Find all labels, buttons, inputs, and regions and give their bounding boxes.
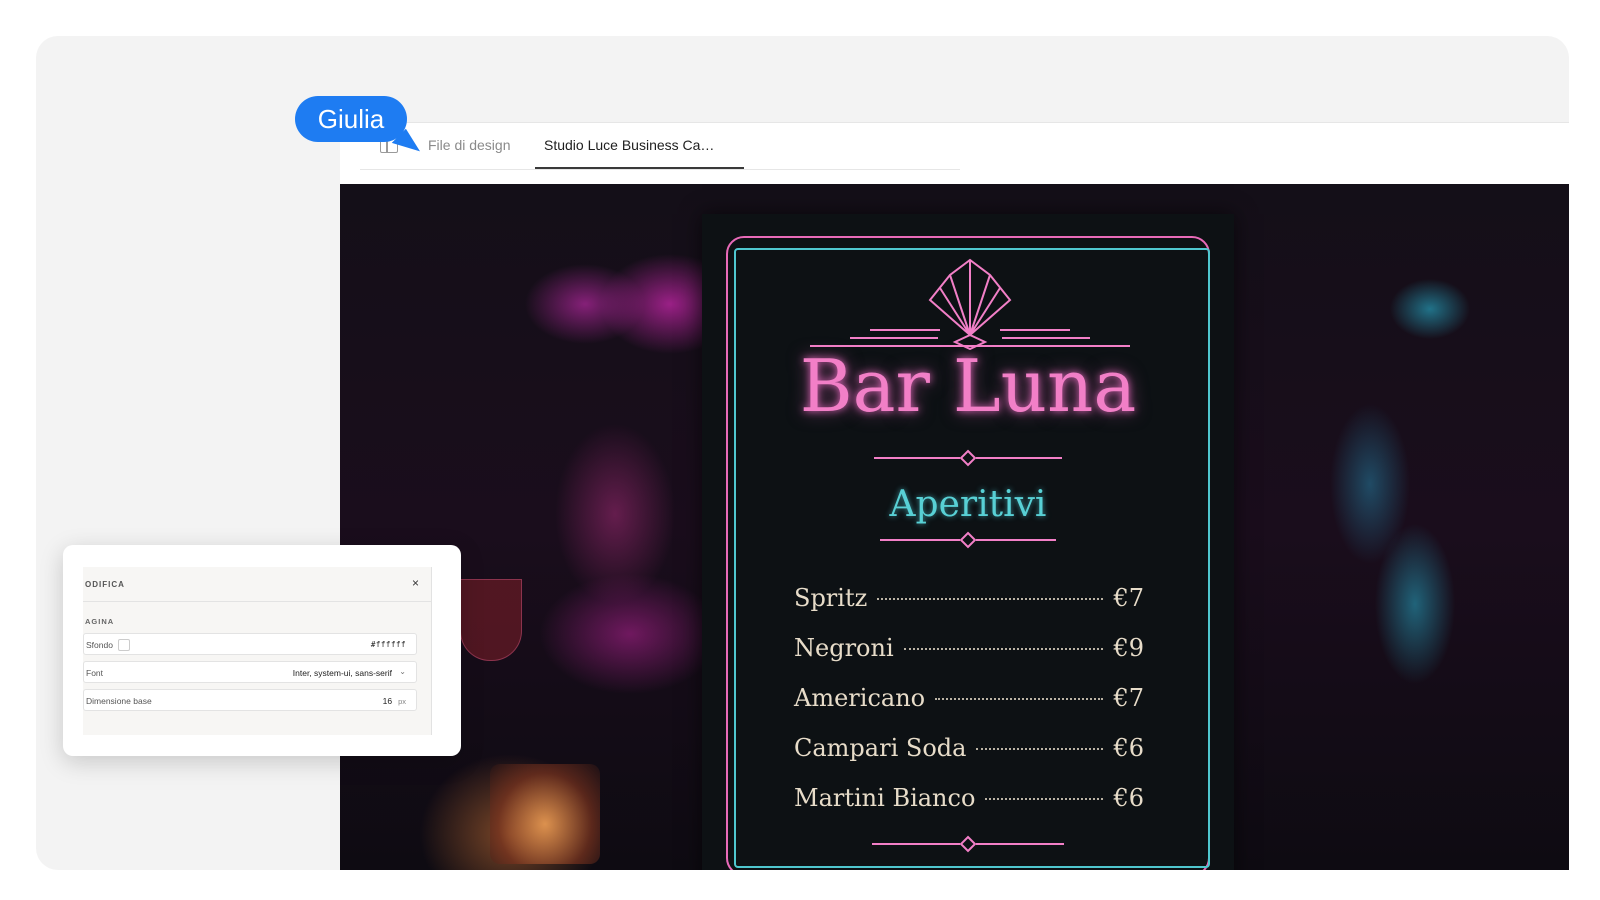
menu-item: Martini Bianco €6 [794, 784, 1144, 834]
leader-dots [935, 697, 1104, 700]
menu-item-name: Martini Bianco [794, 784, 976, 812]
wine-glass-photo [460, 579, 522, 661]
background-field[interactable]: Sfondo #ffffff [83, 633, 417, 655]
font-select[interactable]: Font Inter, system-ui, sans-serif ⌄ [83, 661, 417, 683]
menu-item: Negroni €9 [794, 634, 1144, 684]
close-icon[interactable]: × [412, 576, 419, 590]
section-divider [880, 531, 1056, 549]
menu-item-price: €7 [1113, 684, 1144, 712]
panel-title: ODIFICA [85, 580, 125, 589]
menu-board[interactable]: Bar Luna Aperitivi Spritz €7 Negroni €9 … [702, 214, 1234, 870]
tab-design-files[interactable]: File di design [428, 137, 511, 153]
collaborator-cursor-label: Giulia [295, 96, 407, 142]
tab-business-card[interactable]: Studio Luce Business Ca… [544, 137, 714, 153]
background-label: Sfondo [86, 640, 113, 650]
title-divider [874, 449, 1062, 467]
background-value: #ffffff [370, 640, 406, 649]
active-tab-indicator [535, 167, 744, 169]
menu-item-price: €6 [1113, 734, 1144, 762]
menu-item-name: Negroni [794, 634, 894, 662]
menu-item: Americano €7 [794, 684, 1144, 734]
page-section-label: AGINA [85, 617, 115, 626]
menu-item-name: Campari Soda [794, 734, 967, 762]
chevron-down-icon: ⌄ [399, 667, 406, 676]
properties-panel-body: ODIFICA × AGINA Sfondo #ffffff Font Inte… [83, 567, 432, 735]
leader-dots [976, 747, 1104, 750]
menu-item-price: €9 [1113, 634, 1144, 662]
base-size-number: 16 [382, 696, 393, 706]
menu-item: Campari Soda €6 [794, 734, 1144, 784]
base-size-field[interactable]: Dimensione base 16 px [83, 689, 417, 711]
menu-item-name: Americano [794, 684, 926, 712]
font-label: Font [86, 668, 104, 678]
base-size-value: 16 px [383, 696, 406, 706]
menu-item-name: Spritz [794, 584, 868, 612]
color-swatch[interactable] [118, 639, 130, 651]
art-deco-fan-icon [810, 258, 1130, 350]
properties-panel: ODIFICA × AGINA Sfondo #ffffff Font Inte… [63, 545, 461, 756]
font-value: Inter, system-ui, sans-serif [292, 668, 392, 678]
base-size-label: Dimensione base [86, 696, 152, 706]
editor-header: File di design Studio Luce Business Ca… [340, 122, 1569, 185]
menu-item-price: €7 [1113, 584, 1144, 612]
candle-photo [490, 764, 600, 864]
bottom-divider [872, 835, 1064, 853]
menu-item-price: €6 [1113, 784, 1144, 812]
base-size-unit: px [398, 697, 406, 706]
leader-dots [985, 797, 1104, 800]
panel-header: ODIFICA × [83, 567, 431, 602]
tab-bar: File di design Studio Luce Business Ca… [360, 123, 960, 170]
design-canvas[interactable]: Bar Luna Aperitivi Spritz €7 Negroni €9 … [340, 184, 1569, 870]
menu-item: Spritz €7 [794, 584, 1144, 634]
section-title: Aperitivi [889, 484, 1047, 525]
bar-title: Bar Luna [799, 344, 1137, 428]
menu-list: Spritz €7 Negroni €9 Americano €7 Campar… [794, 584, 1144, 834]
leader-dots [877, 597, 1104, 600]
leader-dots [903, 647, 1104, 650]
